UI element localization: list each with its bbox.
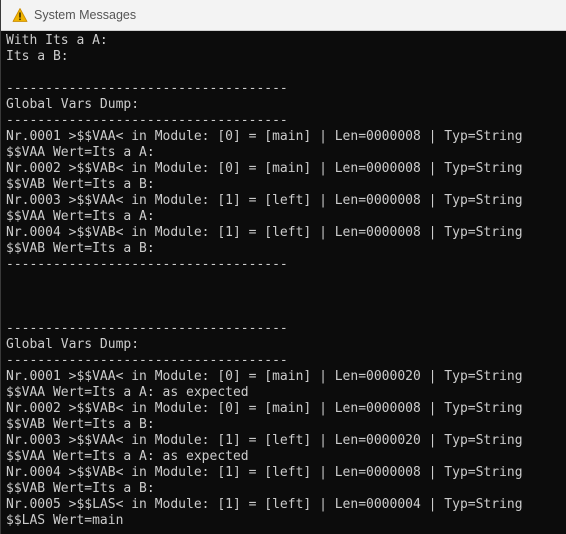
- console-line: ------------------------------------: [6, 529, 564, 534]
- console-line: $$LAS Wert=main: [6, 513, 124, 528]
- console-line: Nr.0001 >$$VAA< in Module: [0] = [main] …: [6, 129, 523, 144]
- console-line: $$VAA Wert=Its a A:: [6, 145, 155, 160]
- console-line: $$VAB Wert=Its a B:: [6, 177, 155, 192]
- console-line: Nr.0001 >$$VAA< in Module: [0] = [main] …: [6, 369, 523, 384]
- system-messages-window: System Messages With Its a A: Its a B: ---…: [0, 0, 566, 534]
- console-line: ------------------------------------: [6, 257, 288, 272]
- console-line: Nr.0002 >$$VAB< in Module: [0] = [main] …: [6, 161, 523, 176]
- console-line: Global Vars Dump:: [6, 337, 140, 352]
- console-line: $$VAA Wert=Its a A: as expected: [6, 385, 249, 400]
- title-bar[interactable]: System Messages: [1, 0, 566, 31]
- console-output[interactable]: With Its a A: Its a B: -------------------…: [6, 33, 564, 534]
- console-line: Its a B:: [6, 49, 69, 64]
- console-line: $$VAB Wert=Its a B:: [6, 241, 155, 256]
- console-line: $$VAA Wert=Its a A:: [6, 209, 155, 224]
- console-line: Nr.0004 >$$VAB< in Module: [1] = [left] …: [6, 465, 523, 480]
- console-line: Nr.0004 >$$VAB< in Module: [1] = [left] …: [6, 225, 523, 240]
- console-line: $$VAB Wert=Its a B:: [6, 481, 155, 496]
- console-line: ------------------------------------: [6, 81, 288, 96]
- console-line: ------------------------------------: [6, 321, 288, 336]
- window-title: System Messages: [34, 8, 137, 22]
- console-line: With Its a A:: [6, 33, 108, 48]
- console-line: Nr.0003 >$$VAA< in Module: [1] = [left] …: [6, 193, 523, 208]
- warning-triangle-icon: [12, 7, 28, 23]
- console-line: ------------------------------------: [6, 113, 288, 128]
- console-line: Nr.0005 >$$LAS< in Module: [1] = [left] …: [6, 497, 523, 512]
- console-line: Nr.0003 >$$VAA< in Module: [1] = [left] …: [6, 433, 523, 448]
- console-line: Global Vars Dump:: [6, 97, 140, 112]
- console-line: Nr.0002 >$$VAB< in Module: [0] = [main] …: [6, 401, 523, 416]
- console-line: ------------------------------------: [6, 353, 288, 368]
- console-line: $$VAA Wert=Its a A: as expected: [6, 449, 249, 464]
- console-line: $$VAB Wert=Its a B:: [6, 417, 155, 432]
